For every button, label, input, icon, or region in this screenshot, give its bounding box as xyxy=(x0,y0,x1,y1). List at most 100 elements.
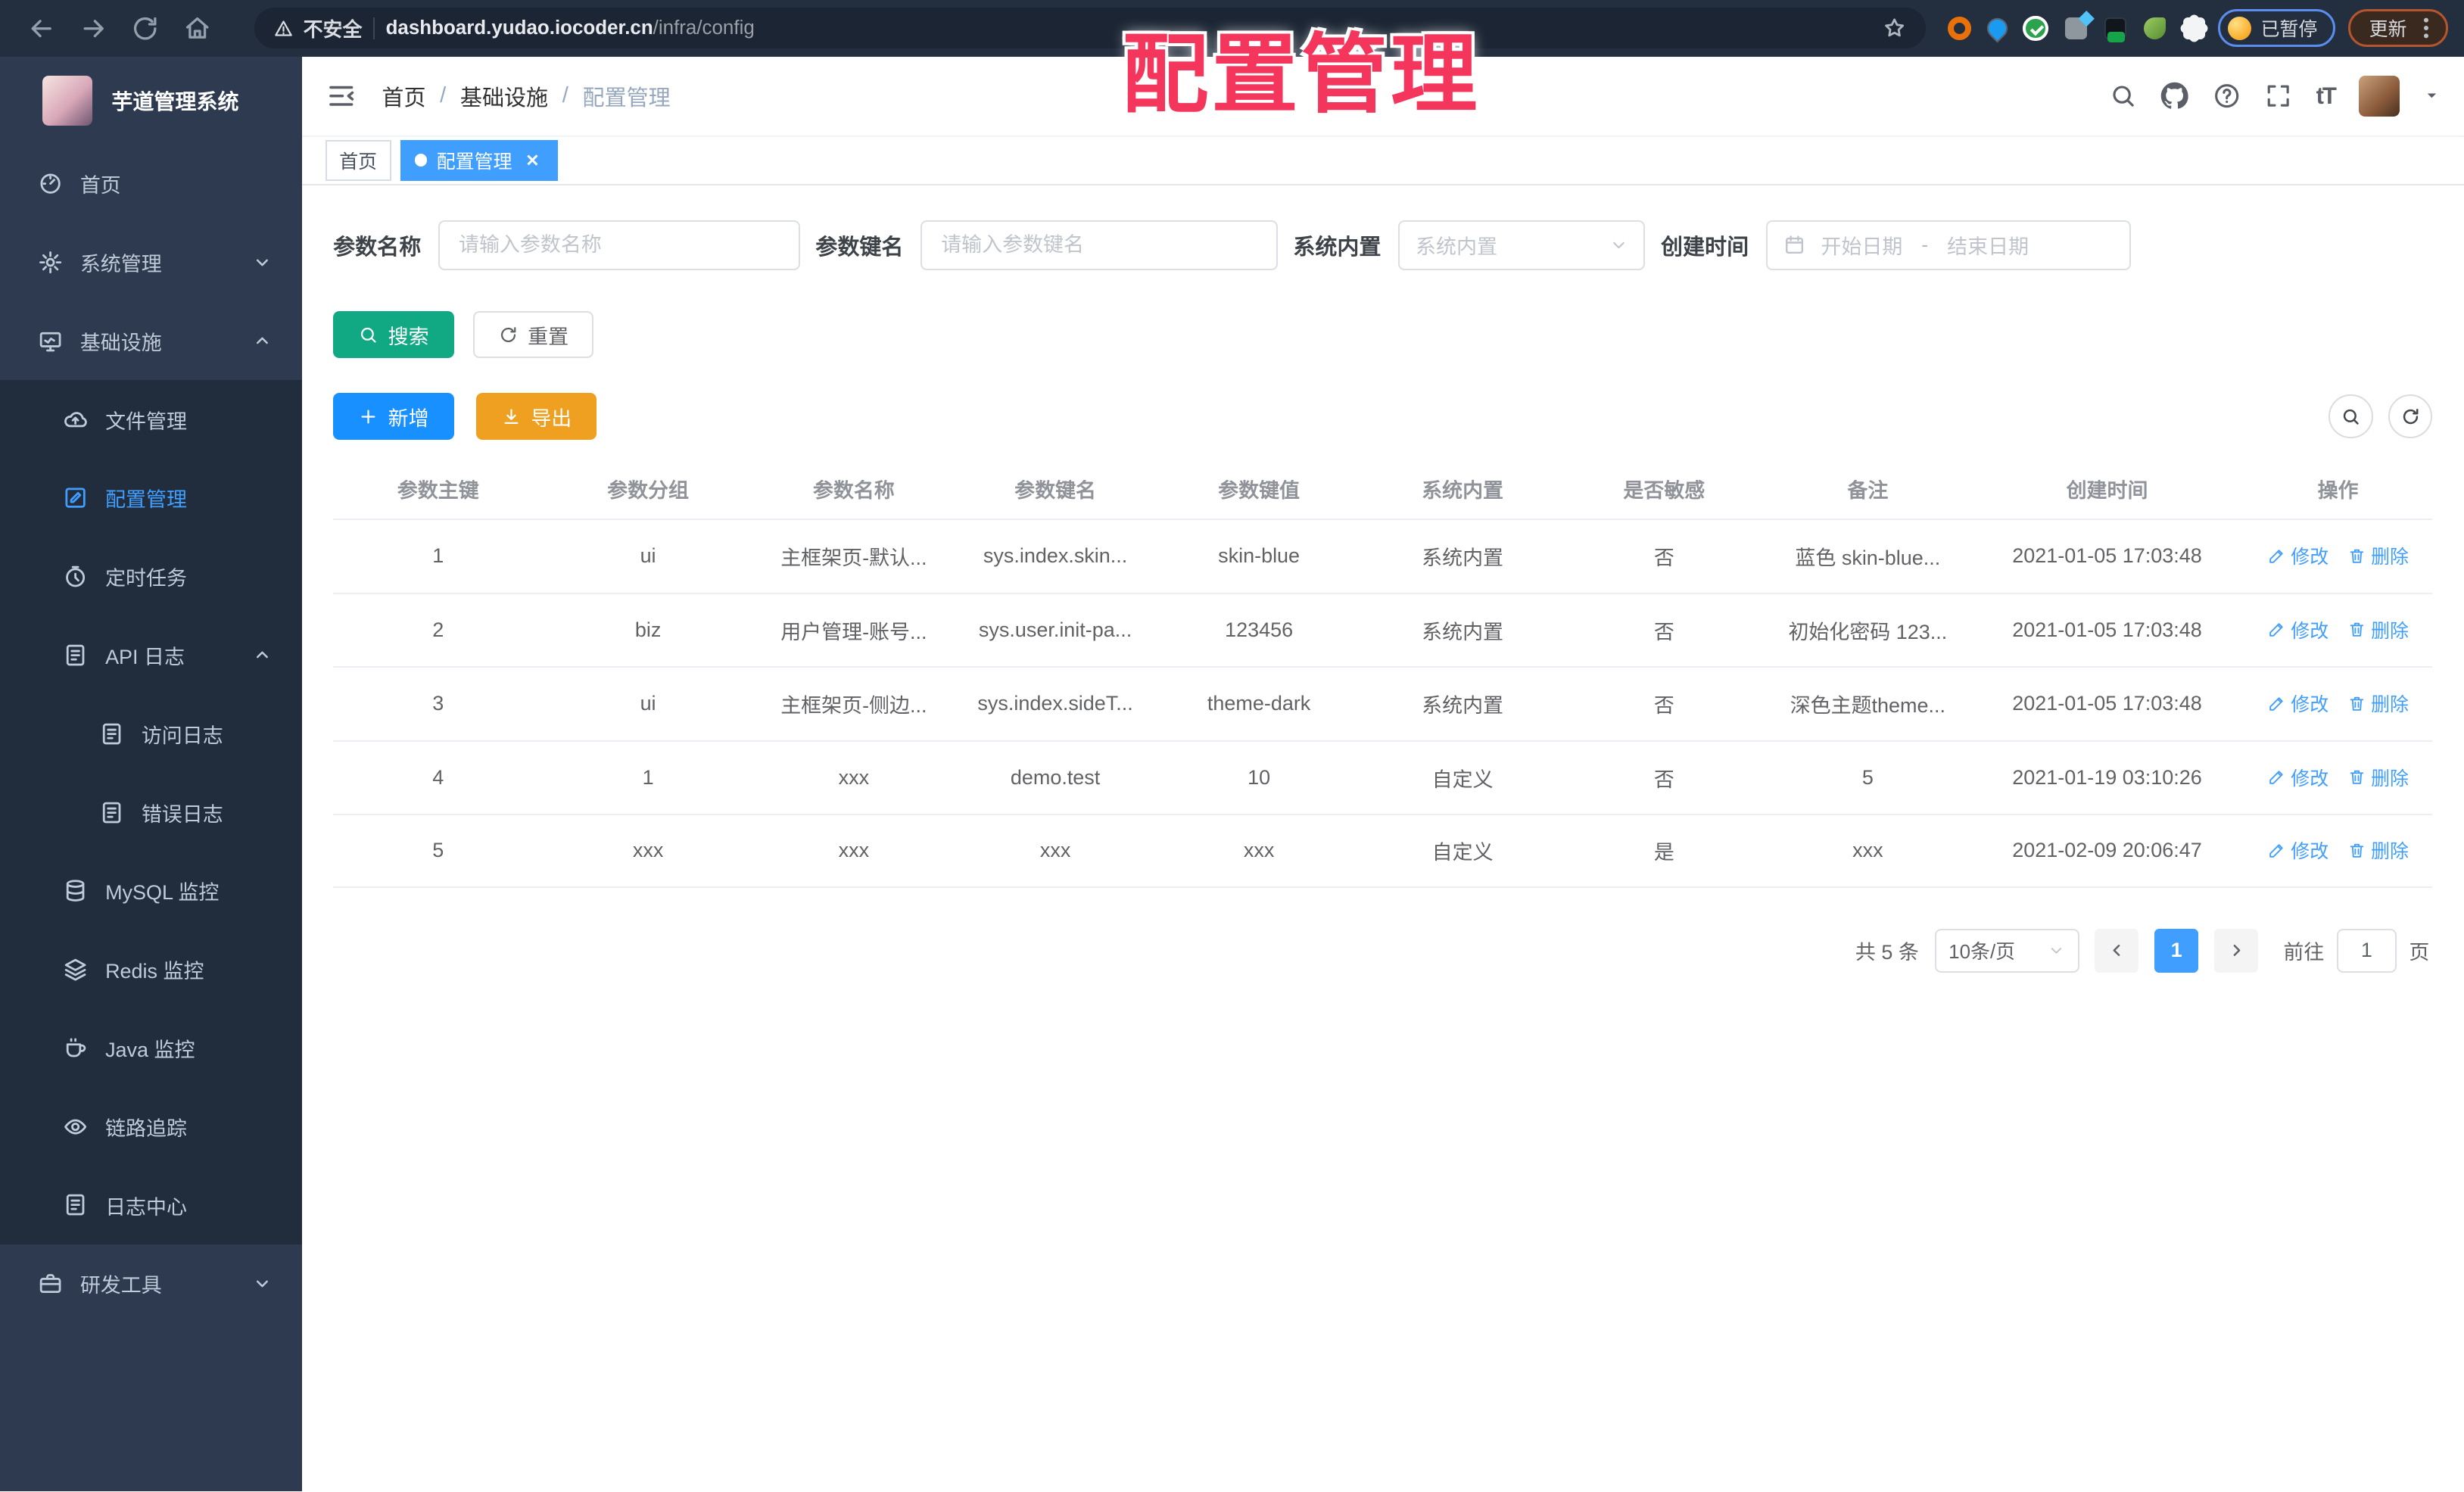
sidebar: 芋道管理系统 首页 系统管理 基础设施 文件管理 配置管理 定时任务 API 日志 访问日志错… xyxy=(0,56,302,1492)
fullscreen-icon[interactable] xyxy=(2264,82,2292,110)
security-chip[interactable]: 不安全 xyxy=(273,14,362,42)
browser-home-icon[interactable] xyxy=(182,14,212,43)
docs-help-icon[interactable] xyxy=(2213,82,2241,110)
sidebar-item-9[interactable]: MySQL 监控 xyxy=(0,852,302,930)
url-host: dashboard.yudao.iocoder.cn xyxy=(385,17,653,39)
sidebar-item-7[interactable]: 访问日志 xyxy=(0,694,302,774)
row-edit-label: 修改 xyxy=(2291,694,2329,716)
sidebar-item-10[interactable]: Redis 监控 xyxy=(0,930,302,1009)
sidebar-item-2[interactable]: 基础设施 xyxy=(0,302,302,381)
sidebar-item-12[interactable]: 链路追踪 xyxy=(0,1087,302,1167)
browser-forward-icon[interactable] xyxy=(79,14,108,43)
add-button[interactable]: 新增 xyxy=(333,392,454,441)
extension-gray-diamond-icon[interactable] xyxy=(2065,17,2088,39)
row-edit-link[interactable]: 修改 xyxy=(2267,764,2328,791)
row-delete-link[interactable]: 删除 xyxy=(2347,764,2409,791)
filter-builtin-select[interactable]: 系统内置 xyxy=(1398,220,1646,270)
more-options-icon[interactable] xyxy=(2424,26,2429,31)
edit-square-icon xyxy=(63,485,88,510)
address-bar[interactable]: 不安全 dashboard.yudao.iocoder.cn/infra/con… xyxy=(254,8,1926,49)
url-text[interactable]: dashboard.yudao.iocoder.cn/infra/config xyxy=(386,17,1871,39)
extension-green-check-icon[interactable] xyxy=(2023,15,2048,41)
tab-close-icon[interactable] xyxy=(522,149,544,171)
row-delete-link[interactable]: 删除 xyxy=(2347,690,2409,717)
reset-button[interactable]: 重置 xyxy=(472,310,594,359)
browser-back-icon[interactable] xyxy=(26,14,56,43)
cell-created: 2021-02-09 20:06:47 xyxy=(2012,839,2202,862)
sidebar-item-0[interactable]: 首页 xyxy=(0,145,302,223)
row-delete-label: 删除 xyxy=(2371,620,2409,642)
export-button[interactable]: 导出 xyxy=(475,392,597,441)
sidebar-item-14[interactable]: 研发工具 xyxy=(0,1244,302,1323)
tab-0[interactable]: 首页 xyxy=(325,139,391,181)
filter-builtin-placeholder: 系统内置 xyxy=(1416,235,1497,259)
breadcrumb-item-1[interactable]: 基础设施 xyxy=(460,80,548,112)
page-number-1[interactable]: 1 xyxy=(2154,928,2199,973)
cell-created: 2021-01-05 17:03:48 xyxy=(2012,692,2202,715)
avatar-caret-down-icon[interactable] xyxy=(2423,87,2441,104)
sidebar-item-5[interactable]: 定时任务 xyxy=(0,537,302,616)
filter-name-label: 参数名称 xyxy=(333,235,422,260)
sidebar-item-1[interactable]: 系统管理 xyxy=(0,223,302,302)
sidebar-item-3[interactable]: 文件管理 xyxy=(0,380,302,459)
github-icon[interactable] xyxy=(2160,82,2188,110)
sidebar-item-13[interactable]: 日志中心 xyxy=(0,1166,302,1244)
pagination: 共 5 条 10条/页 1 前往 页 xyxy=(333,928,2432,973)
row-edit-link[interactable]: 修改 xyxy=(2267,690,2328,717)
add-button-label: 新增 xyxy=(388,406,429,430)
cell-value: 10 xyxy=(1248,765,1271,789)
row-delete-link[interactable]: 删除 xyxy=(2347,836,2409,864)
breadcrumb-separator: / xyxy=(440,83,447,108)
sidebar-logo[interactable]: 芋道管理系统 xyxy=(0,57,302,145)
cell-name: 主框架页-侧边... xyxy=(780,694,927,718)
trash-icon xyxy=(2347,620,2366,639)
next-page-button[interactable] xyxy=(2214,928,2259,973)
sidebar-item-4[interactable]: 配置管理 xyxy=(0,459,302,537)
extension-orange-ring-icon[interactable] xyxy=(1947,16,1971,40)
user-avatar[interactable] xyxy=(2358,75,2400,117)
filter-name-input[interactable] xyxy=(438,220,800,270)
breadcrumb-item-0[interactable]: 首页 xyxy=(382,80,425,112)
search-icon[interactable] xyxy=(2109,82,2137,110)
row-delete-link[interactable]: 删除 xyxy=(2347,616,2409,643)
paused-extension-badge[interactable]: 已暂停 xyxy=(2217,9,2336,48)
daterange-end-placeholder: 结束日期 xyxy=(1947,235,2029,259)
prev-page-button[interactable] xyxy=(2095,928,2139,973)
browser-update-button[interactable]: 更新 xyxy=(2347,9,2449,48)
gear-icon xyxy=(38,250,63,275)
toggle-search-button[interactable] xyxy=(2328,394,2373,439)
sidebar-item-label: 日志中心 xyxy=(105,1195,187,1219)
column-header-6: 是否敏感 xyxy=(1623,479,1705,502)
row-edit-label: 修改 xyxy=(2291,768,2329,790)
menu-fold-icon[interactable] xyxy=(326,80,357,112)
row-edit-link[interactable]: 修改 xyxy=(2267,616,2328,643)
cell-created: 2021-01-19 03:10:26 xyxy=(2012,765,2202,789)
filter-created-daterange[interactable]: 开始日期 - 结束日期 xyxy=(1765,220,2131,270)
sidebar-item-6[interactable]: API 日志 xyxy=(0,615,302,695)
extension-cn-badge-icon[interactable] xyxy=(2104,17,2127,43)
edit-pen-icon xyxy=(2267,841,2286,860)
search-button-row: 搜索 重置 xyxy=(333,310,2432,359)
font-size-icon[interactable]: tT xyxy=(2316,83,2337,110)
sidebar-item-8[interactable]: 错误日志 xyxy=(0,773,302,852)
row-edit-link[interactable]: 修改 xyxy=(2267,836,2328,864)
extension-green-leaf-icon[interactable] xyxy=(2144,17,2167,39)
tab-1[interactable]: 配置管理 xyxy=(400,139,558,181)
edit-pen-icon xyxy=(2267,694,2286,713)
row-delete-label: 删除 xyxy=(2371,768,2409,790)
row-edit-link[interactable]: 修改 xyxy=(2267,542,2328,569)
extension-blue-pin-icon[interactable] xyxy=(1984,16,2010,41)
cell-sensitive: 否 xyxy=(1653,547,1674,570)
filter-key-input[interactable] xyxy=(920,220,1278,270)
extension-white-burst-icon[interactable] xyxy=(2178,12,2210,44)
browser-reload-icon[interactable] xyxy=(130,14,160,43)
bookmark-star-icon[interactable] xyxy=(1882,16,1907,41)
goto-page-input[interactable] xyxy=(2336,928,2397,973)
log-icon xyxy=(63,1192,88,1217)
sidebar-item-11[interactable]: Java 监控 xyxy=(0,1008,302,1088)
refresh-table-button[interactable] xyxy=(2388,394,2433,439)
page-size-select[interactable]: 10条/页 xyxy=(1934,928,2079,973)
row-delete-link[interactable]: 删除 xyxy=(2347,542,2409,569)
active-tab-dot xyxy=(414,154,428,167)
search-button[interactable]: 搜索 xyxy=(333,310,454,359)
